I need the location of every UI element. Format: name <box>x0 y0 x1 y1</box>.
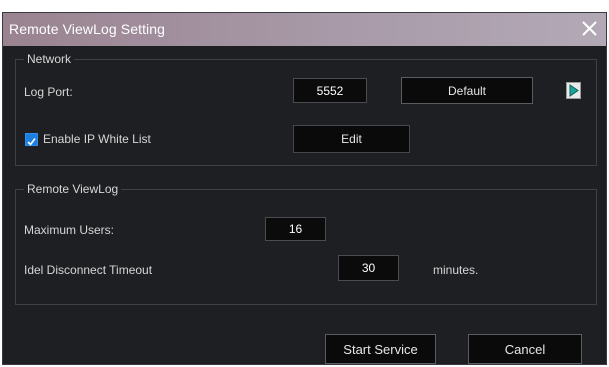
cancel-button[interactable]: Cancel <box>468 334 582 364</box>
max-users-input[interactable] <box>265 217 326 241</box>
checkmark-icon <box>27 138 36 146</box>
idle-timeout-input[interactable] <box>338 255 399 281</box>
max-users-label: Maximum Users: <box>24 223 115 237</box>
close-button[interactable] <box>574 15 604 43</box>
network-group-label: Network <box>24 52 75 66</box>
title-bar[interactable]: Remote ViewLog Setting <box>3 13 606 46</box>
edit-button[interactable]: Edit <box>293 125 410 153</box>
log-port-input[interactable] <box>293 78 367 103</box>
start-service-button[interactable]: Start Service <box>325 334 436 364</box>
window-title: Remote ViewLog Setting <box>9 21 166 37</box>
close-icon <box>582 21 597 36</box>
remote-viewlog-dialog: Remote ViewLog Setting Network Log Port:… <box>2 12 607 365</box>
default-button[interactable]: Default <box>401 77 533 104</box>
idle-timeout-label: Idel Disconnect Timeout <box>24 263 153 277</box>
network-group: Network Log Port: Default Enable IP Whit… <box>15 52 597 166</box>
play-arrow-icon <box>569 84 579 97</box>
remote-viewlog-group-label: Remote ViewLog <box>24 182 122 196</box>
play-arrow-button[interactable] <box>566 82 581 99</box>
whitelist-label[interactable]: Enable IP White List <box>43 132 151 146</box>
idle-timeout-unit: minutes. <box>433 263 479 277</box>
log-port-label: Log Port: <box>24 85 73 99</box>
whitelist-checkbox[interactable] <box>25 133 38 146</box>
remote-viewlog-group: Remote ViewLog Maximum Users: Idel Disco… <box>15 182 597 305</box>
